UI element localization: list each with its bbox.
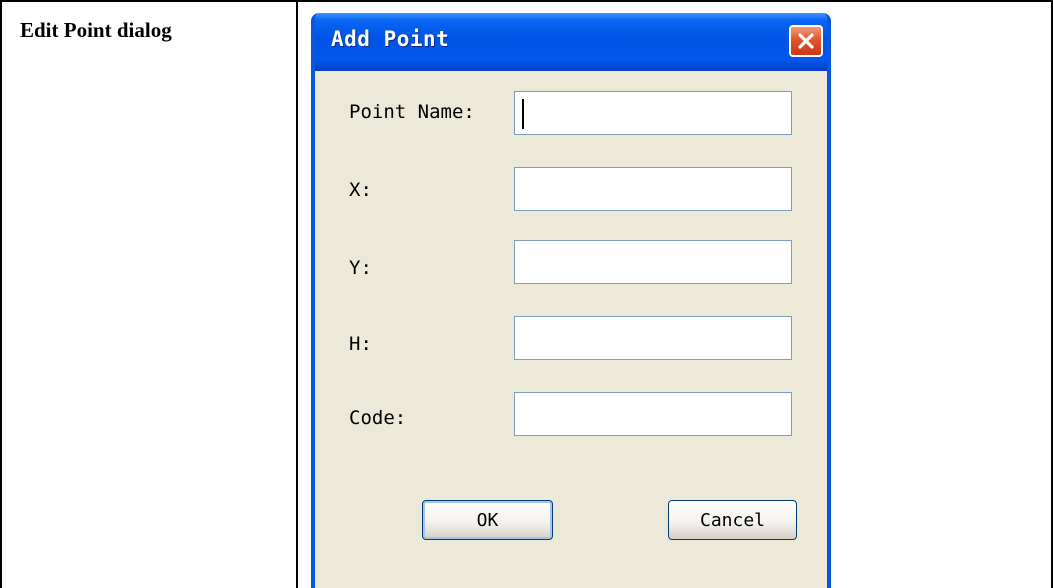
point-name-input[interactable]	[514, 91, 792, 135]
y-label: Y:	[349, 257, 372, 279]
code-input[interactable]	[514, 392, 792, 436]
dialog-title: Add Point	[331, 27, 450, 51]
y-input[interactable]	[514, 240, 792, 284]
table-cell-label: Edit Point dialog	[20, 18, 172, 42]
close-button[interactable]	[789, 25, 823, 57]
add-point-dialog: Add Point Point Name: X: Y: H: Code: OK …	[311, 13, 831, 588]
code-label: Code:	[349, 407, 407, 429]
table-border-middle	[296, 0, 298, 588]
ok-button[interactable]: OK	[422, 500, 553, 540]
table-border-top	[0, 0, 1053, 2]
h-input[interactable]	[514, 316, 792, 360]
x-label: X:	[349, 179, 372, 201]
x-input[interactable]	[514, 167, 792, 211]
point-name-label: Point Name:	[349, 101, 475, 123]
text-caret	[522, 99, 524, 129]
cancel-button[interactable]: Cancel	[668, 500, 797, 540]
h-label: H:	[349, 333, 372, 355]
dialog-titlebar[interactable]: Add Point	[315, 13, 827, 71]
table-border-left	[0, 0, 2, 588]
close-icon	[796, 31, 816, 51]
